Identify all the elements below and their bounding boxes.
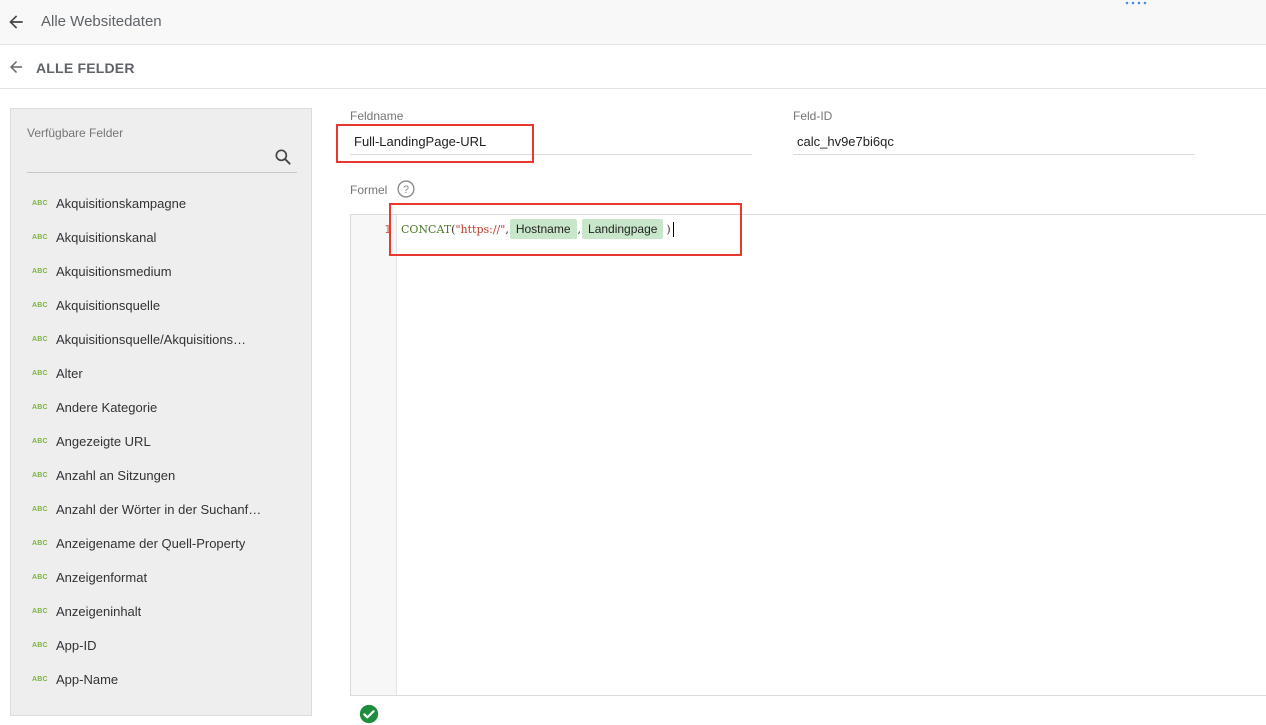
text-type-icon: ABC xyxy=(32,301,48,309)
field-list-item-label: Akquisitionsquelle/Akquisitions… xyxy=(56,331,247,347)
highlight-formula xyxy=(389,203,742,256)
field-list-item[interactable]: ABC App-Name xyxy=(11,662,311,696)
field-list-item[interactable]: ABC Alter xyxy=(11,356,311,390)
top-bar: Alle Websitedaten xyxy=(0,0,1266,45)
all-fields-link[interactable]: ALLE FELDER xyxy=(36,60,135,76)
field-list-item-label: Alter xyxy=(56,365,83,381)
field-list-item[interactable]: ABC App-ID xyxy=(11,628,311,662)
arrow-left-icon[interactable] xyxy=(6,12,26,32)
text-type-icon: ABC xyxy=(32,539,48,547)
field-list-item-label: Akquisitionsquelle xyxy=(56,297,161,313)
formula-label: Formel xyxy=(350,183,388,197)
field-list-item-label: Akquisitionsmedium xyxy=(56,263,172,279)
text-type-icon: ABC xyxy=(32,335,48,343)
field-list-item-label: Akquisitionskanal xyxy=(56,229,157,245)
field-id-underline xyxy=(793,154,1195,155)
text-type-icon: ABC xyxy=(32,403,48,411)
field-list: ABC Akquisitionskampagne ABC Akquisitionska… xyxy=(11,186,311,696)
field-list-item[interactable]: ABC Angezeigte URL xyxy=(11,424,311,458)
field-list-item[interactable]: ABC Anzahl der Wörter in der Suchanf… xyxy=(11,492,311,526)
text-type-icon: ABC xyxy=(32,573,48,581)
more-dots-icon[interactable] xyxy=(1125,0,1147,6)
field-list-item-label: App-ID xyxy=(56,637,97,653)
field-id-label: Feld-ID xyxy=(793,109,833,123)
text-type-icon: ABC xyxy=(32,267,48,275)
text-type-icon: ABC xyxy=(32,641,48,649)
field-name-label: Feldname xyxy=(350,109,404,123)
svg-text:?: ? xyxy=(403,184,409,196)
field-list-item-label: Anzahl an Sitzungen xyxy=(56,467,176,483)
field-id-value: calc_hv9e7bi6qc xyxy=(797,134,894,149)
field-list-item[interactable]: ABC Andere Kategorie xyxy=(11,390,311,424)
search-input-underline xyxy=(27,172,297,173)
field-list-item-label: Anzeigenformat xyxy=(56,569,148,585)
field-list-item[interactable]: ABC Akquisitionskampagne xyxy=(11,186,311,220)
help-icon[interactable]: ? xyxy=(396,179,416,199)
field-list-item-label: Anzeigename der Quell-Property xyxy=(56,535,246,551)
text-type-icon: ABC xyxy=(32,675,48,683)
available-fields-panel: Verfügbare Felder ABC Akquisitionskampagn… xyxy=(10,108,312,716)
field-list-item-label: Anzeigeninhalt xyxy=(56,603,142,619)
arrow-left-icon[interactable] xyxy=(7,58,25,76)
text-type-icon: ABC xyxy=(32,471,48,479)
field-list-item[interactable]: ABC Anzeigenformat xyxy=(11,560,311,594)
text-type-icon: ABC xyxy=(32,607,48,615)
field-list-item-label: Angezeigte URL xyxy=(56,433,151,449)
field-list-item-label: Akquisitionskampagne xyxy=(56,195,187,211)
text-type-icon: ABC xyxy=(32,505,48,513)
field-list-item-label: App-Name xyxy=(56,671,119,687)
field-list-item[interactable]: ABC Akquisitionskanal xyxy=(11,220,311,254)
field-list-item[interactable]: ABC Anzahl an Sitzungen xyxy=(11,458,311,492)
text-type-icon: ABC xyxy=(32,437,48,445)
sub-bar: ALLE FELDER xyxy=(0,45,1266,89)
field-list-item[interactable]: ABC Anzeigename der Quell-Property xyxy=(11,526,311,560)
text-type-icon: ABC xyxy=(32,233,48,241)
highlight-field-name xyxy=(336,124,534,163)
field-list-item[interactable]: ABC Akquisitionsquelle xyxy=(11,288,311,322)
formula-editor[interactable]: 1 CONCAT ( "https://" , Hostname , Landi… xyxy=(350,214,1266,696)
text-type-icon: ABC xyxy=(32,199,48,207)
page-title: Alle Websitedaten xyxy=(41,13,162,30)
field-list-item[interactable]: ABC Akquisitionsmedium xyxy=(11,254,311,288)
field-list-item-label: Anzahl der Wörter in der Suchanf… xyxy=(56,501,262,517)
field-list-item[interactable]: ABC Akquisitionsquelle/Akquisitions… xyxy=(11,322,311,356)
available-fields-label: Verfügbare Felder xyxy=(27,126,124,140)
field-list-item[interactable]: ABC Anzeigeninhalt xyxy=(11,594,311,628)
editor-gutter: 1 xyxy=(351,215,397,695)
text-type-icon: ABC xyxy=(32,369,48,377)
search-icon[interactable] xyxy=(273,147,293,167)
field-list-item-label: Andere Kategorie xyxy=(56,399,158,415)
